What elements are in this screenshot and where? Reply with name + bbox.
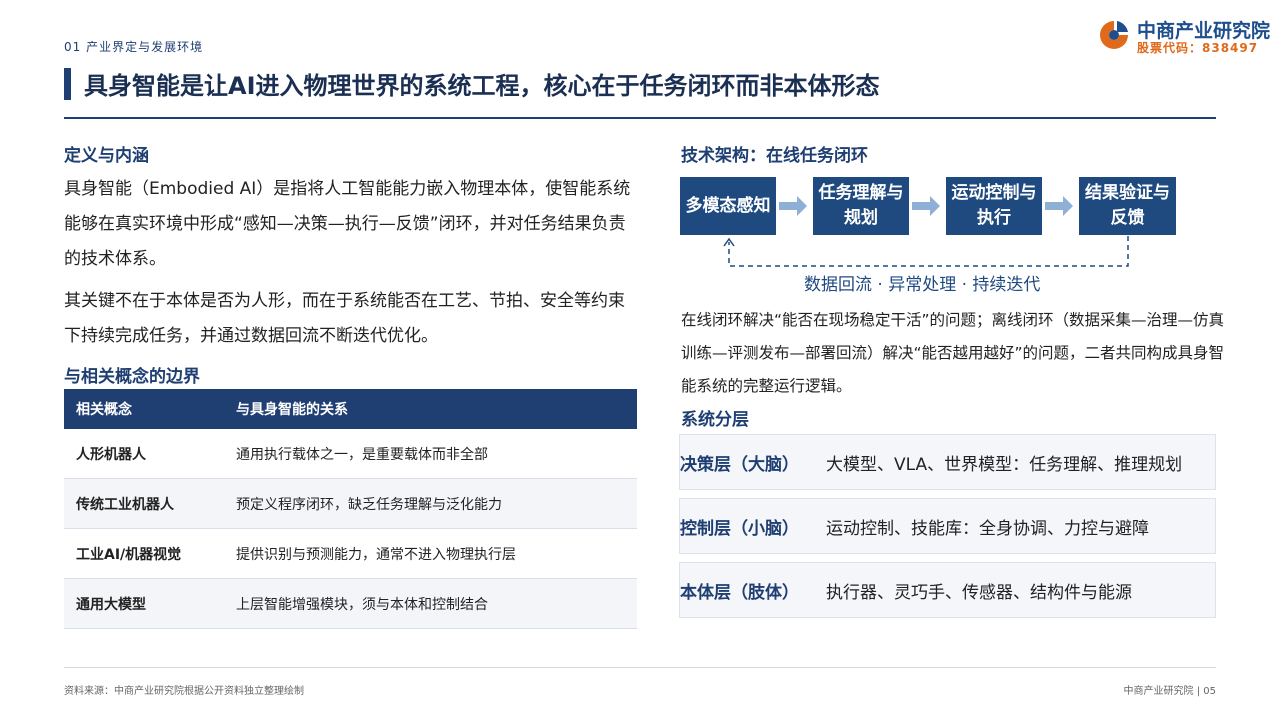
layer-description: 执行器、灵巧手、传感器、结构件与能源 <box>826 582 1132 603</box>
logo-stock-code: 股票代码：838497 <box>1137 41 1259 55</box>
title-accent-bar <box>64 68 71 100</box>
table-row: 通用大模型 上层智能增强模块，须与本体和控制结合 <box>64 579 637 629</box>
company-logo: 中商产业研究院 股票代码：838497 <box>1097 16 1277 56</box>
table-cell-concept: 传统工业机器人 <box>76 496 174 513</box>
layer-description: 运动控制、技能库：全身协调、力控与避障 <box>826 518 1149 539</box>
table-cell-concept: 人形机器人 <box>76 446 146 463</box>
table-header-concept: 相关概念 <box>76 402 132 418</box>
layer-name: 控制层（小脑） <box>680 518 799 539</box>
page-title: 具身智能是让AI进入物理世界的系统工程，核心在于任务闭环而非本体形态 <box>84 72 880 100</box>
feedback-loop-line <box>723 236 1129 267</box>
layer-description: 大模型、VLA、世界模型：任务理解、推理规划 <box>826 454 1183 475</box>
definition-paragraph-2: 其关键不在于本体是否为人形，而在于系统能否在工艺、节拍、安全等约束下持续完成任务… <box>64 291 625 346</box>
table-row: 人形机器人 通用执行载体之一，是重要载体而非全部 <box>64 429 637 479</box>
table-cell-relation: 上层智能增强模块，须与本体和控制结合 <box>236 596 488 613</box>
concept-boundary-table: 相关概念 与具身智能的关系 人形机器人 通用执行载体之一，是重要载体而非全部 传… <box>64 389 637 629</box>
table-cell-concept: 通用大模型 <box>76 596 146 613</box>
flow-step-feedback: 结果验证与反馈 <box>1079 177 1176 235</box>
layer-name: 决策层（大脑） <box>680 454 799 475</box>
table-row: 工业AI/机器视觉 提供识别与预测能力，通常不进入物理执行层 <box>64 529 637 579</box>
table-header-relation: 与具身智能的关系 <box>236 402 348 418</box>
table-cell-relation: 通用执行载体之一，是重要载体而非全部 <box>236 446 488 463</box>
flow-step-control: 运动控制与执行 <box>946 177 1042 235</box>
loop-label: 数据回流 · 异常处理 · 持续迭代 <box>804 275 1041 295</box>
layer-name: 本体层（肢体） <box>680 582 799 603</box>
footer-divider <box>64 667 1216 668</box>
arrow-right-icon <box>912 196 940 216</box>
footer-page-info: 中商产业研究院 | 05 <box>1123 686 1216 697</box>
loop-description: 在线闭环解决“能否在现场稳定干活”的问题；离线闭环（数据采集—治理—仿真训练—评… <box>681 311 1225 395</box>
arrow-right-icon <box>1045 196 1073 216</box>
definition-heading: 定义与内涵 <box>64 146 149 166</box>
table-cell-relation: 预定义程序闭环，缺乏任务理解与泛化能力 <box>236 496 502 513</box>
flow-step-planning: 任务理解与规划 <box>813 177 909 235</box>
footer-source: 资料来源：中商产业研究院根据公开资料独立整理绘制 <box>64 686 304 697</box>
title-divider <box>64 117 1216 119</box>
table-header: 相关概念 与具身智能的关系 <box>64 389 637 429</box>
layer-decision: 决策层（大脑） 大模型、VLA、世界模型：任务理解、推理规划 <box>679 434 1216 490</box>
definition-paragraph-1: 具身智能（Embodied AI）是指将人工智能能力嵌入物理本体，使智能系统能够… <box>64 179 631 269</box>
table-row: 传统工业机器人 预定义程序闭环，缺乏任务理解与泛化能力 <box>64 479 637 529</box>
layer-body: 本体层（肢体） 执行器、灵巧手、传感器、结构件与能源 <box>679 562 1216 618</box>
company-logo-icon <box>1100 21 1128 49</box>
table-cell-concept: 工业AI/机器视觉 <box>76 546 182 563</box>
section-tag: 01 产业界定与发展环境 <box>64 40 204 54</box>
arrow-right-icon <box>779 196 807 216</box>
layer-control: 控制层（小脑） 运动控制、技能库：全身协调、力控与避障 <box>679 498 1216 554</box>
layers-heading: 系统分层 <box>681 410 749 430</box>
architecture-heading: 技术架构：在线任务闭环 <box>681 146 868 166</box>
flow-step-perception: 多模态感知 <box>680 177 776 235</box>
boundary-heading: 与相关概念的边界 <box>64 367 200 387</box>
table-cell-relation: 提供识别与预测能力，通常不进入物理执行层 <box>236 546 516 563</box>
